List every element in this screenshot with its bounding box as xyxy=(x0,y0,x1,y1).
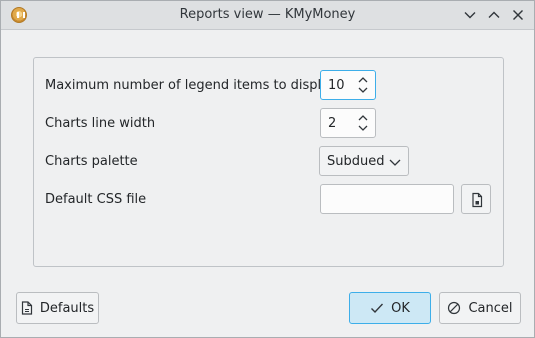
spin-down-icon[interactable] xyxy=(358,86,368,94)
spin-down-icon[interactable] xyxy=(358,124,368,132)
browse-file-button[interactable] xyxy=(461,184,491,214)
spin-up-icon[interactable] xyxy=(358,76,368,84)
document-revert-icon xyxy=(21,301,32,315)
chevron-down-icon xyxy=(464,12,476,19)
css-file-label: Default CSS file xyxy=(45,192,147,207)
palette-label: Charts palette xyxy=(45,154,138,169)
ok-button[interactable]: OK xyxy=(349,292,431,324)
window-title: Reports view — KMyMoney xyxy=(179,7,356,22)
close-button[interactable] xyxy=(511,8,525,22)
cancel-label: Cancel xyxy=(468,300,513,316)
chevron-down-icon xyxy=(389,159,401,166)
legend-items-spinbox[interactable]: 10 xyxy=(320,70,376,100)
line-width-value: 2 xyxy=(328,116,337,131)
chevron-up-icon xyxy=(488,11,500,18)
minimize-button[interactable] xyxy=(463,8,477,22)
line-width-label: Charts line width xyxy=(45,116,156,131)
close-icon xyxy=(513,10,523,20)
defaults-button[interactable]: Defaults xyxy=(16,292,99,324)
css-file-input[interactable] xyxy=(320,184,454,214)
line-width-spinbox[interactable]: 2 xyxy=(320,108,376,138)
defaults-label: Defaults xyxy=(39,300,95,316)
dialog-window: Reports view — KMyMoney Maximum number o… xyxy=(0,0,535,338)
ok-label: OK xyxy=(391,300,410,316)
title-bar: Reports view — KMyMoney xyxy=(1,1,534,30)
palette-combobox[interactable]: Subdued xyxy=(319,146,409,176)
palette-value: Subdued xyxy=(327,154,385,169)
maximize-button[interactable] xyxy=(487,8,501,22)
cancel-icon xyxy=(448,301,461,315)
document-open-icon xyxy=(472,192,483,208)
cancel-button[interactable]: Cancel xyxy=(439,292,521,324)
check-icon xyxy=(371,303,384,314)
spin-up-icon[interactable] xyxy=(358,114,368,122)
legend-items-value: 10 xyxy=(328,78,345,93)
legend-items-label: Maximum number of legend items to displa… xyxy=(45,78,337,93)
